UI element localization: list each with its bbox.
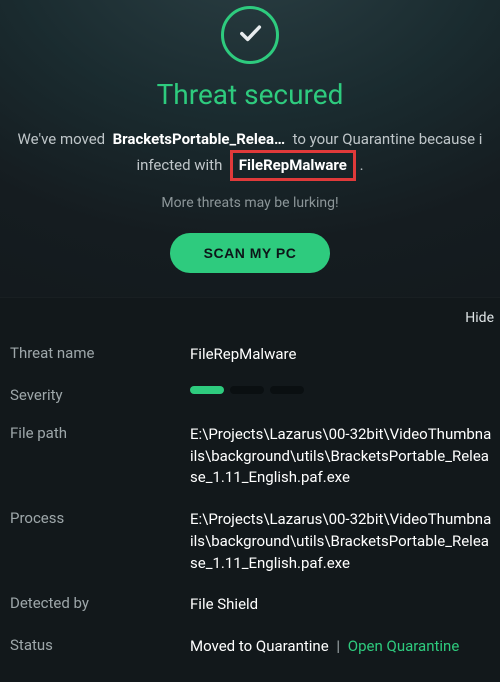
desc-period: .	[360, 156, 364, 174]
details-panel: Hide Threat name FileRepMalware Severity…	[0, 297, 500, 682]
severity-pip	[270, 386, 304, 394]
row-process: Process E:\Projects\Lazarus\00-32bit\Vid…	[0, 499, 500, 584]
value-status: Moved to Quarantine	[190, 637, 329, 655]
description: We've moved BracketsPortable_Relea… to y…	[0, 129, 500, 181]
scan-my-pc-button[interactable]: SCAN MY PC	[170, 233, 331, 273]
value-process: E:\Projects\Lazarus\00-32bit\VideoThumbn…	[190, 509, 500, 574]
severity-pip	[230, 386, 264, 394]
file-name-partial: BracketsPortable_Relea…	[113, 130, 286, 148]
status-separator: |	[336, 637, 340, 655]
value-file-path: E:\Projects\Lazarus\00-32bit\VideoThumbn…	[190, 424, 500, 489]
severity-pip	[190, 386, 224, 394]
severity-meter	[190, 386, 494, 394]
more-threats-text: More threats may be lurking!	[0, 195, 500, 211]
row-threat-name: Threat name FileRepMalware	[0, 334, 500, 376]
row-detected-by: Detected by File Shield	[0, 584, 500, 626]
label-file-path: File path	[10, 424, 190, 442]
page-title: Threat secured	[0, 78, 500, 111]
label-severity: Severity	[10, 386, 190, 404]
value-detected-by: File Shield	[190, 594, 500, 616]
row-status: Status Moved to Quarantine | Open Quaran…	[0, 626, 500, 668]
row-severity: Severity	[0, 376, 500, 414]
label-detected-by: Detected by	[10, 594, 190, 612]
threat-highlight-box: FileRepMalware	[230, 150, 356, 181]
row-file-path: File path E:\Projects\Lazarus\00-32bit\V…	[0, 414, 500, 499]
checkmark-icon	[236, 19, 264, 51]
label-threat-name: Threat name	[10, 344, 190, 362]
desc-mid: to your Quarantine because i	[293, 130, 483, 148]
open-quarantine-link[interactable]: Open Quarantine	[348, 637, 459, 655]
label-process: Process	[10, 509, 190, 527]
hide-details-link[interactable]: Hide	[0, 298, 500, 334]
label-status: Status	[10, 636, 190, 654]
success-ring	[221, 6, 279, 64]
value-threat-name: FileRepMalware	[190, 344, 500, 366]
desc-prefix: We've moved	[18, 130, 106, 148]
desc-line2-prefix: infected with	[136, 156, 222, 174]
